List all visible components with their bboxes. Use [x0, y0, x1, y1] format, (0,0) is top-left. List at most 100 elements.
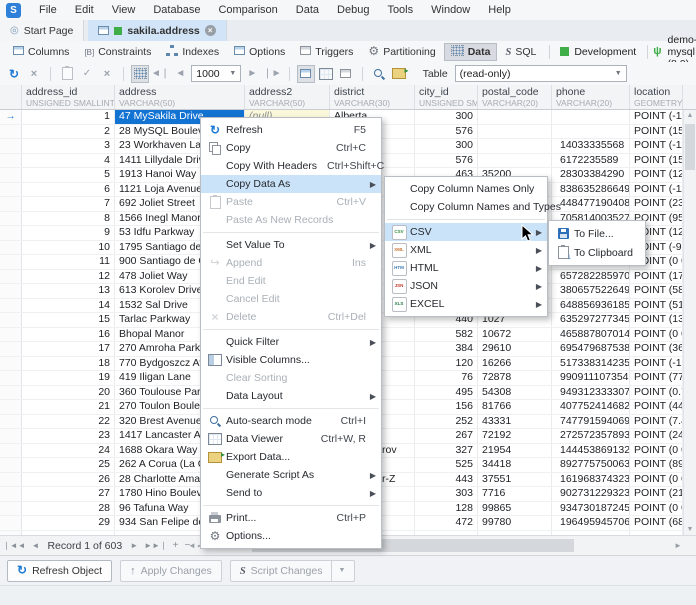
grid-cell-phone[interactable]: 28303384290	[552, 168, 630, 182]
grid-cell-address-id[interactable]: 22	[22, 414, 115, 428]
column-header-address-id[interactable]: address_id UNSIGNED SMALLINT	[22, 85, 115, 109]
grid-cell-phone[interactable]: 448477190408	[552, 197, 630, 211]
grid-cell-postal-code[interactable]: 81766	[478, 400, 552, 414]
last-page-button[interactable]: ❘►	[263, 65, 281, 83]
last-record-button[interactable]: ►►❘	[141, 541, 170, 550]
grid-cell-postal-code[interactable]: 99780	[478, 516, 552, 530]
grid-cell-city-id[interactable]: 300	[415, 139, 478, 153]
menu-debug[interactable]: Debug	[328, 0, 378, 20]
grid-cell-city-id[interactable]: 300	[415, 110, 478, 124]
menu-item-copy-with-headers[interactable]: Copy With Headers Ctrl+Shift+C	[201, 157, 384, 175]
grid-cell-phone[interactable]: 517338314235	[552, 356, 630, 370]
menu-edit[interactable]: Edit	[66, 0, 103, 20]
chevron-down-icon[interactable]: ▼	[331, 560, 345, 581]
grid-cell-postal-code[interactable]: 34418	[478, 458, 552, 472]
grid-cell-phone[interactable]	[552, 124, 630, 138]
column-header-location[interactable]: location GEOMETRY	[630, 85, 683, 109]
row-indicator[interactable]	[0, 124, 22, 138]
row-indicator[interactable]	[0, 400, 22, 414]
menu-item-copy-column-names-only[interactable]: Copy Column Names Only	[385, 180, 547, 198]
menu-item-data-viewer[interactable]: Data Viewer Ctrl+W, R	[201, 430, 381, 448]
menu-item-options[interactable]: ⚙ Options...	[201, 527, 381, 545]
grid-cell-city-id[interactable]: 76	[415, 371, 478, 385]
grid-cell-address-id[interactable]: 9	[22, 226, 115, 240]
grid-cell-city-id[interactable]: 252	[415, 414, 478, 428]
grid-cell-postal-code[interactable]: 16266	[478, 356, 552, 370]
menu-item-copy-column-names-and-types[interactable]: Copy Column Names and Types	[385, 198, 561, 216]
grid-cell-address-id[interactable]: 16	[22, 327, 115, 341]
grid-cell-address-id[interactable]: 28	[22, 501, 115, 515]
grid-cell-location[interactable]: POINT (7.438	[630, 414, 683, 428]
grid-cell-postal-code[interactable]: 99865	[478, 501, 552, 515]
grid-cell-phone[interactable]: 407752414682	[552, 400, 630, 414]
grid-cell-address-id[interactable]: 29	[22, 516, 115, 530]
menu-item-paste-as-new-records[interactable]: Paste As New Records	[201, 211, 381, 229]
menu-item-cancel-edit[interactable]: Cancel Edit	[201, 290, 381, 308]
grid-cell-phone[interactable]: 747791594069	[552, 414, 630, 428]
grid-cell-location[interactable]: POINT (36.24	[630, 342, 683, 356]
export-data-button[interactable]	[390, 65, 409, 83]
menu-item-copy[interactable]: Copy Ctrl+C	[201, 139, 381, 157]
row-indicator[interactable]	[0, 226, 22, 240]
menu-item-html[interactable]: HTM HTML ▶	[385, 259, 547, 277]
grid-cell-location[interactable]: POINT (-112.8	[630, 110, 683, 124]
refresh-object-button[interactable]: ↻ Refresh Object	[7, 559, 113, 582]
grid-cell-location[interactable]: POINT (21.01	[630, 487, 683, 501]
grid-cell-address-id[interactable]: 5	[22, 168, 115, 182]
grid-cell-city-id[interactable]: 576	[415, 124, 478, 138]
grid-cell-city-id[interactable]: 495	[415, 385, 478, 399]
grid-cell-location[interactable]: POINT (58.59	[630, 284, 683, 298]
grid-cell-phone[interactable]	[552, 110, 630, 124]
grid-cell-location[interactable]: POINT (153.1	[630, 153, 683, 167]
menu-item-quick-filter[interactable]: Quick Filter ▶	[201, 333, 381, 351]
scroll-down-icon[interactable]: ▼	[684, 526, 696, 533]
grid-cell-location[interactable]: POINT (-117.2	[630, 182, 683, 196]
row-indicator[interactable]	[0, 269, 22, 283]
app-logo-icon[interactable]: S	[6, 2, 21, 18]
menu-view[interactable]: View	[103, 0, 145, 20]
grid-cell-postal-code[interactable]	[478, 153, 552, 167]
row-indicator[interactable]	[0, 284, 22, 298]
menu-database[interactable]: Database	[144, 0, 209, 20]
grid-cell-location[interactable]: POINT (139.3	[630, 313, 683, 327]
menu-item-export-data[interactable]: Export Data...	[201, 448, 381, 466]
menu-item-to-clipboard[interactable]: ↓ To Clipboard	[549, 243, 645, 262]
grid-cell-postal-code[interactable]: 7716	[478, 487, 552, 501]
tab-sakila-address[interactable]: sakila.address ×	[88, 20, 227, 41]
menu-item-data-layout[interactable]: Data Layout ▶	[201, 387, 381, 405]
menu-help[interactable]: Help	[479, 0, 520, 20]
grid-cell-phone[interactable]: 465887807014	[552, 327, 630, 341]
menu-item-paste[interactable]: Paste Ctrl+V	[201, 193, 381, 211]
vertical-scroll-thumb[interactable]	[685, 124, 695, 170]
grid-cell-postal-code[interactable]: 54308	[478, 385, 552, 399]
grid-cell-phone[interactable]: 657282285970	[552, 269, 630, 283]
view-tab-indexes[interactable]: Indexes	[159, 43, 226, 61]
row-indicator[interactable]	[0, 385, 22, 399]
grid-cell-city-id[interactable]: 327	[415, 443, 478, 457]
first-page-button[interactable]: ◄❘	[151, 65, 169, 83]
grid-cell-phone[interactable]: 695479687538	[552, 342, 630, 356]
grid-cell-address-id[interactable]: 21	[22, 400, 115, 414]
grid-cell-phone[interactable]: 161968374323	[552, 472, 630, 486]
grid-cell-postal-code[interactable]: 37551	[478, 472, 552, 486]
grid-cell-address-id[interactable]: 14	[22, 298, 115, 312]
grid-cell-address-id[interactable]: 1	[22, 110, 115, 124]
grid-cell-location[interactable]: POINT (0.714	[630, 385, 683, 399]
grid-cell-city-id[interactable]: 472	[415, 516, 478, 530]
grid-cell-location[interactable]: POINT (77.40	[630, 371, 683, 385]
view-tab-triggers[interactable]: Triggers	[293, 44, 360, 60]
commit-button[interactable]: ✓	[78, 65, 96, 83]
grid-cell-location[interactable]: POINT (23.71	[630, 197, 683, 211]
menu-item-send-to[interactable]: Send to ▶	[201, 484, 381, 502]
grid-cell-address-id[interactable]: 15	[22, 313, 115, 327]
grid-cell-address-id[interactable]: 17	[22, 342, 115, 356]
grid-view-button[interactable]	[296, 64, 315, 83]
grid-cell-location[interactable]: POINT (0 0)	[630, 443, 683, 457]
grid-cell-phone[interactable]: 14033335568	[552, 139, 630, 153]
grid-cell-phone[interactable]: 648856936185	[552, 298, 630, 312]
grid-cell-phone[interactable]: 934730187245	[552, 501, 630, 515]
vertical-scrollbar[interactable]: ▲ ▼	[683, 110, 696, 535]
column-header-address[interactable]: address VARCHAR(50)	[115, 85, 245, 109]
grid-cell-city-id[interactable]: 120	[415, 356, 478, 370]
grid-cell-postal-code[interactable]: 21954	[478, 443, 552, 457]
